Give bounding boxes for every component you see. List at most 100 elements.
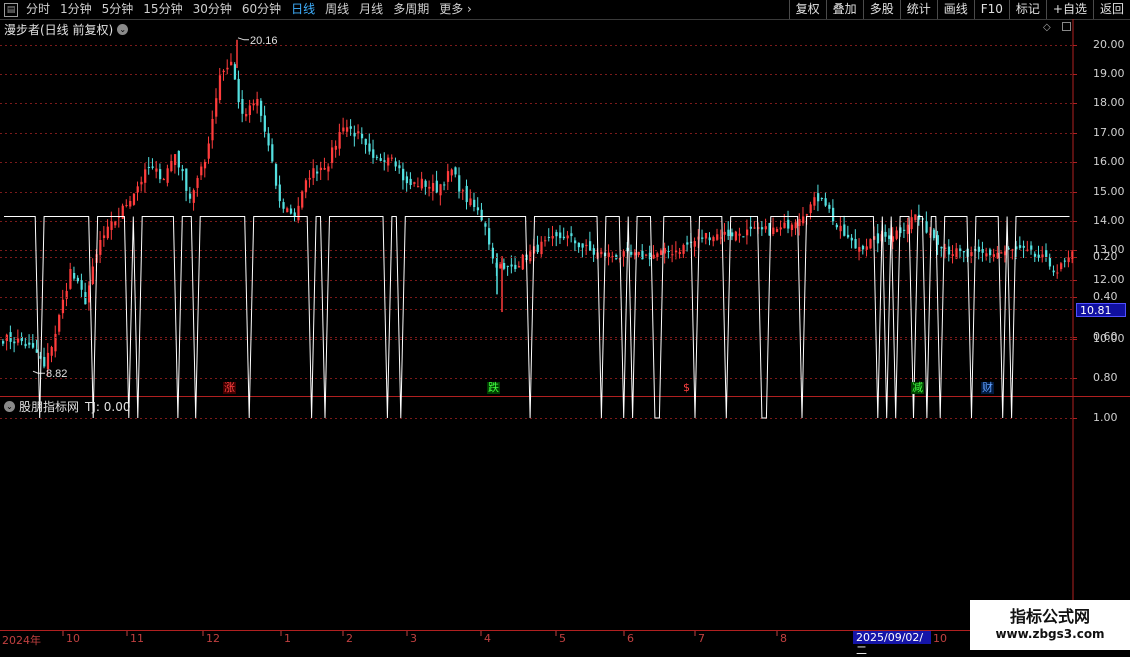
candle-body — [745, 229, 749, 236]
time-axis-label: 12 — [206, 632, 220, 645]
event-marker-3[interactable]: 减 — [911, 382, 924, 394]
candle-body — [31, 343, 35, 348]
candle-body — [794, 222, 797, 229]
selected-date-box: 2025/09/02/二 — [853, 631, 931, 657]
diamond-icon[interactable]: ◇ — [1043, 23, 1053, 33]
event-marker-4[interactable]: 财 — [981, 382, 994, 394]
candle-body — [102, 235, 106, 238]
candle-body — [69, 268, 72, 289]
candle-body — [1056, 272, 1059, 274]
candle-body — [1022, 245, 1025, 248]
candle-body — [491, 247, 495, 259]
candle-body — [390, 157, 394, 159]
candle-body — [716, 234, 719, 240]
stock-name-label: 漫步者(日线 前复权) — [4, 23, 114, 37]
candle-body — [989, 249, 992, 256]
candle-body — [731, 232, 734, 237]
candle-body — [476, 207, 480, 211]
square-icon[interactable] — [1062, 22, 1071, 31]
candle-body — [173, 154, 177, 165]
candle-body — [207, 143, 210, 159]
candle-body — [648, 252, 652, 260]
candle-body — [592, 248, 595, 255]
candle-body — [536, 244, 539, 253]
candle-body — [544, 240, 547, 242]
candle-body — [323, 168, 326, 170]
event-marker-1[interactable]: 跌 — [487, 382, 500, 394]
candle-body — [824, 198, 827, 206]
candle-body — [839, 225, 842, 232]
candle-body — [779, 227, 782, 230]
candle-body — [286, 208, 289, 213]
main-chart-title[interactable]: 漫步者(日线 前复权) ⌄ — [4, 21, 129, 38]
candle-body — [1011, 249, 1014, 251]
candle-body — [798, 219, 801, 226]
chevron-down-icon[interactable]: ⌄ — [4, 401, 15, 412]
candle-body — [940, 246, 943, 249]
candle-body — [334, 145, 337, 150]
candle-body — [985, 253, 988, 257]
candle-body — [947, 246, 951, 255]
watermark-title: 指标公式网 — [1009, 607, 1090, 626]
candle-body — [1048, 257, 1052, 267]
candle-body — [80, 280, 83, 290]
candle-body — [529, 251, 532, 262]
candle-body — [454, 167, 457, 175]
candle-body — [843, 224, 846, 236]
kline-chart-canvas[interactable]: 20.168.82 — [0, 0, 1130, 650]
candle-body — [570, 233, 573, 237]
candle-body — [278, 184, 281, 202]
candle-body — [760, 227, 764, 230]
candle-body — [671, 254, 674, 256]
candle-body — [910, 217, 913, 230]
candle-body — [1041, 254, 1044, 258]
candle-body — [869, 239, 872, 249]
candle-body — [271, 144, 274, 162]
candle-body — [259, 100, 263, 116]
time-axis-label: 8 — [780, 632, 787, 645]
candle-body — [375, 156, 379, 158]
candle-body — [820, 197, 824, 199]
candle-body — [727, 229, 730, 236]
candle-body — [383, 160, 386, 162]
candle-body — [58, 315, 61, 332]
chevron-down-icon[interactable]: ⌄ — [117, 24, 129, 35]
candle-body — [450, 169, 453, 176]
candle-body — [1052, 270, 1055, 273]
indicator-name: 股朋指标网 — [19, 400, 80, 414]
candle-body — [704, 233, 708, 239]
candle-body — [828, 204, 831, 209]
candle-body — [903, 229, 906, 231]
candle-body — [615, 254, 618, 259]
candle-body — [951, 254, 954, 256]
candle-body — [1033, 253, 1037, 257]
candle-body — [233, 64, 237, 80]
candle-body — [551, 235, 554, 239]
time-axis-label: 7 — [698, 632, 705, 645]
candle-body — [360, 133, 364, 139]
candle-body — [817, 193, 820, 202]
candle-body — [248, 105, 251, 116]
candle-body — [424, 180, 427, 187]
candle-body — [46, 352, 50, 370]
candle-body — [159, 169, 162, 180]
candle-body — [35, 349, 38, 353]
candle-body — [865, 246, 868, 250]
candle-body — [218, 75, 222, 101]
candle-body — [749, 226, 752, 229]
high-price-label: 20.16 — [250, 35, 278, 47]
candle-body — [84, 292, 87, 305]
candle-body — [888, 235, 891, 239]
event-marker-2[interactable]: $ — [682, 382, 691, 394]
candle-body — [884, 231, 887, 237]
candle-body — [577, 242, 580, 248]
indicator-title[interactable]: ⌄ 股朋指标网 TJ: 0.00 — [4, 398, 130, 415]
candle-body — [686, 242, 689, 245]
candle-body — [630, 251, 633, 255]
time-axis-label: 4 — [484, 632, 491, 645]
candle-body — [607, 252, 610, 257]
event-marker-0[interactable]: 涨 — [223, 382, 236, 394]
candle-body — [110, 221, 113, 230]
candle-body — [753, 227, 756, 229]
candle-body — [805, 214, 809, 216]
